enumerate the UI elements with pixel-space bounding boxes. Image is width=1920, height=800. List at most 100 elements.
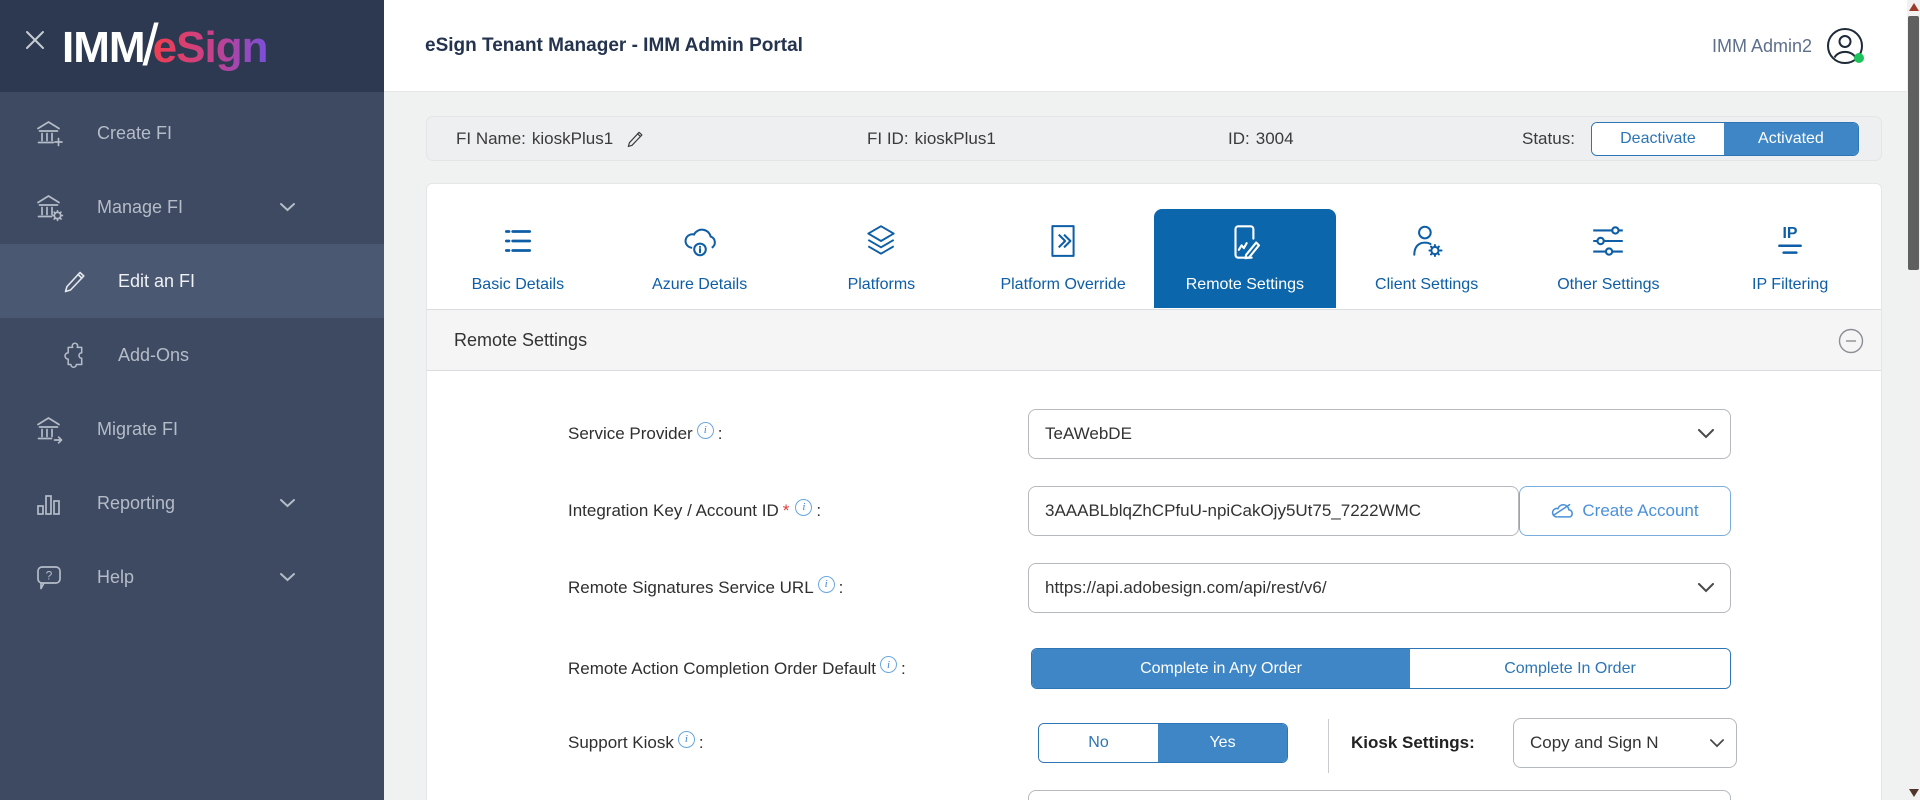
scroll-down-arrow-icon[interactable] <box>1909 789 1919 797</box>
tab-azure-details[interactable]: Azure Details <box>609 184 791 308</box>
tab-label: Remote Settings <box>1154 276 1336 294</box>
layers-icon <box>863 223 899 259</box>
scroll-up-arrow-icon[interactable] <box>1909 3 1919 11</box>
complete-any-order-button[interactable]: Complete in Any Order <box>1032 649 1410 688</box>
panel-title: Remote Settings <box>454 310 587 370</box>
sidebar-item-add-ons[interactable]: Add-Ons <box>0 318 384 392</box>
panel-header: Remote Settings <box>427 309 1881 371</box>
chevron-down-icon <box>1698 583 1714 593</box>
bar-chart-icon <box>33 488 65 518</box>
logo-esign: eSign <box>153 23 268 73</box>
bank-arrow-icon <box>33 414 65 444</box>
info-icon[interactable]: i <box>678 731 695 748</box>
tab-other-settings[interactable]: Other Settings <box>1518 184 1700 308</box>
edit-fi-name-icon[interactable] <box>625 129 645 149</box>
collapse-panel-icon[interactable] <box>1838 328 1864 354</box>
sidebar-item-create-fi[interactable]: Create FI <box>0 96 384 170</box>
fi-id: FI ID: kioskPlus1 <box>867 117 996 160</box>
fi-name: FI Name: kioskPlus1 <box>456 117 645 160</box>
integration-key-label: Integration Key / Account ID * i : <box>568 486 821 536</box>
support-kiosk-toggle: No Yes <box>1038 723 1288 763</box>
status-label: Status: <box>1522 129 1575 149</box>
info-icon[interactable]: i <box>818 576 835 593</box>
sidebar-item-manage-fi[interactable]: Manage FI <box>0 170 384 244</box>
sidebar-item-label: Edit an FI <box>118 271 195 292</box>
fi-id-label: FI ID: <box>867 129 909 149</box>
kiosk-settings-label: Kiosk Settings: <box>1351 723 1475 763</box>
sidebar-item-reporting[interactable]: Reporting <box>0 466 384 540</box>
complete-in-order-button[interactable]: Complete In Order <box>1410 649 1730 688</box>
sidebar-item-label: Add-Ons <box>118 345 189 366</box>
kiosk-no-button[interactable]: No <box>1039 724 1158 762</box>
tab-remote-settings[interactable]: Remote Settings <box>1154 184 1336 308</box>
sidebar-item-label: Help <box>97 567 134 588</box>
remote-url-value: https://api.adobesign.com/api/rest/v6/ <box>1045 578 1686 598</box>
ip-filter-icon: IP <box>1772 223 1808 259</box>
info-icon[interactable]: i <box>795 499 812 516</box>
override-arrow-icon <box>1046 223 1080 259</box>
info-icon[interactable]: i <box>697 422 714 439</box>
ip-glyph: IP <box>1783 225 1798 242</box>
remote-url-label: Remote Signatures Service URL i : <box>568 563 843 613</box>
scrollbar-thumb[interactable] <box>1908 16 1919 270</box>
sidebar-item-label: Migrate FI <box>97 419 178 440</box>
vertical-scrollbar[interactable] <box>1907 0 1920 800</box>
tab-label: Basic Details <box>427 276 609 294</box>
create-account-label: Create Account <box>1582 501 1698 521</box>
online-status-dot <box>1854 53 1864 63</box>
tab-label: Client Settings <box>1336 276 1518 294</box>
tab-platform-override[interactable]: Platform Override <box>972 184 1154 308</box>
status-control: Status: Deactivate Activated <box>1522 117 1859 160</box>
cloud-create-icon <box>1551 502 1573 520</box>
bank-plus-icon <box>33 118 65 148</box>
sidebar-item-label: Create FI <box>97 123 172 144</box>
service-provider-label: Service Provider i : <box>568 409 722 459</box>
user-gear-icon <box>1410 223 1444 259</box>
service-provider-value: TeAWebDE <box>1045 424 1686 444</box>
support-kiosk-row: Support Kiosk i : No Yes Kiosk Settings:… <box>427 723 1881 763</box>
kiosk-yes-button[interactable]: Yes <box>1158 724 1287 762</box>
tab-basic-details[interactable]: Basic Details <box>427 184 609 308</box>
fi-summary-bar: FI Name: kioskPlus1 FI ID: kioskPlus1 ID… <box>426 116 1882 161</box>
logo-imm: IMM <box>62 23 145 73</box>
id-label: ID: <box>1228 129 1250 149</box>
tab-platforms[interactable]: Platforms <box>791 184 973 308</box>
sidebar: IMM / eSign Create FI <box>0 0 384 800</box>
chevron-down-icon <box>1710 739 1724 748</box>
chevron-down-icon <box>280 203 295 212</box>
sidebar-item-migrate-fi[interactable]: Migrate FI <box>0 392 384 466</box>
tab-ip-filtering[interactable]: IP IP Filtering <box>1699 184 1881 308</box>
service-provider-row: Service Provider i : TeAWebDE <box>427 409 1881 459</box>
page-title: eSign Tenant Manager - IMM Admin Portal <box>425 0 803 92</box>
avatar[interactable] <box>1826 27 1864 65</box>
create-account-button[interactable]: Create Account <box>1519 486 1731 536</box>
close-icon[interactable] <box>22 27 48 53</box>
info-icon[interactable]: i <box>880 656 897 673</box>
sidebar-item-help[interactable]: ? Help <box>0 540 384 614</box>
top-bar: eSign Tenant Manager - IMM Admin Portal … <box>384 0 1920 92</box>
deactivate-button[interactable]: Deactivate <box>1592 123 1724 155</box>
user-menu[interactable]: IMM Admin2 <box>1712 0 1864 92</box>
fi-name-label: FI Name: <box>456 129 526 149</box>
completion-order-row: Remote Action Completion Order Default i… <box>427 648 1881 689</box>
kiosk-settings-select[interactable]: Copy and Sign N <box>1513 718 1737 768</box>
remote-url-select[interactable]: https://api.adobesign.com/api/rest/v6/ <box>1028 563 1731 613</box>
next-field-partial-input[interactable] <box>1028 790 1731 800</box>
bank-gear-icon <box>33 192 65 222</box>
chevron-down-icon <box>280 499 295 508</box>
service-provider-select[interactable]: TeAWebDE <box>1028 409 1731 459</box>
app-logo: IMM / eSign <box>62 14 267 81</box>
required-asterisk: * <box>783 501 790 521</box>
status-toggle: Deactivate Activated <box>1591 122 1859 156</box>
sidebar-item-label: Reporting <box>97 493 175 514</box>
completion-order-label: Remote Action Completion Order Default i… <box>568 648 906 689</box>
tab-bar: Basic Details Azure Details <box>427 184 1881 308</box>
tab-label: Azure Details <box>609 276 791 294</box>
activated-button[interactable]: Activated <box>1724 123 1858 155</box>
tab-client-settings[interactable]: Client Settings <box>1336 184 1518 308</box>
id-value: 3004 <box>1256 129 1294 149</box>
integration-key-input[interactable]: 3AAABLblqZhCPfuU-npiCakOjy5Ut75_7222WMC <box>1028 486 1519 536</box>
help-question-glyph: ? <box>46 569 53 583</box>
tab-label: Platform Override <box>972 276 1154 294</box>
sidebar-item-edit-an-fi[interactable]: Edit an FI <box>0 244 384 318</box>
